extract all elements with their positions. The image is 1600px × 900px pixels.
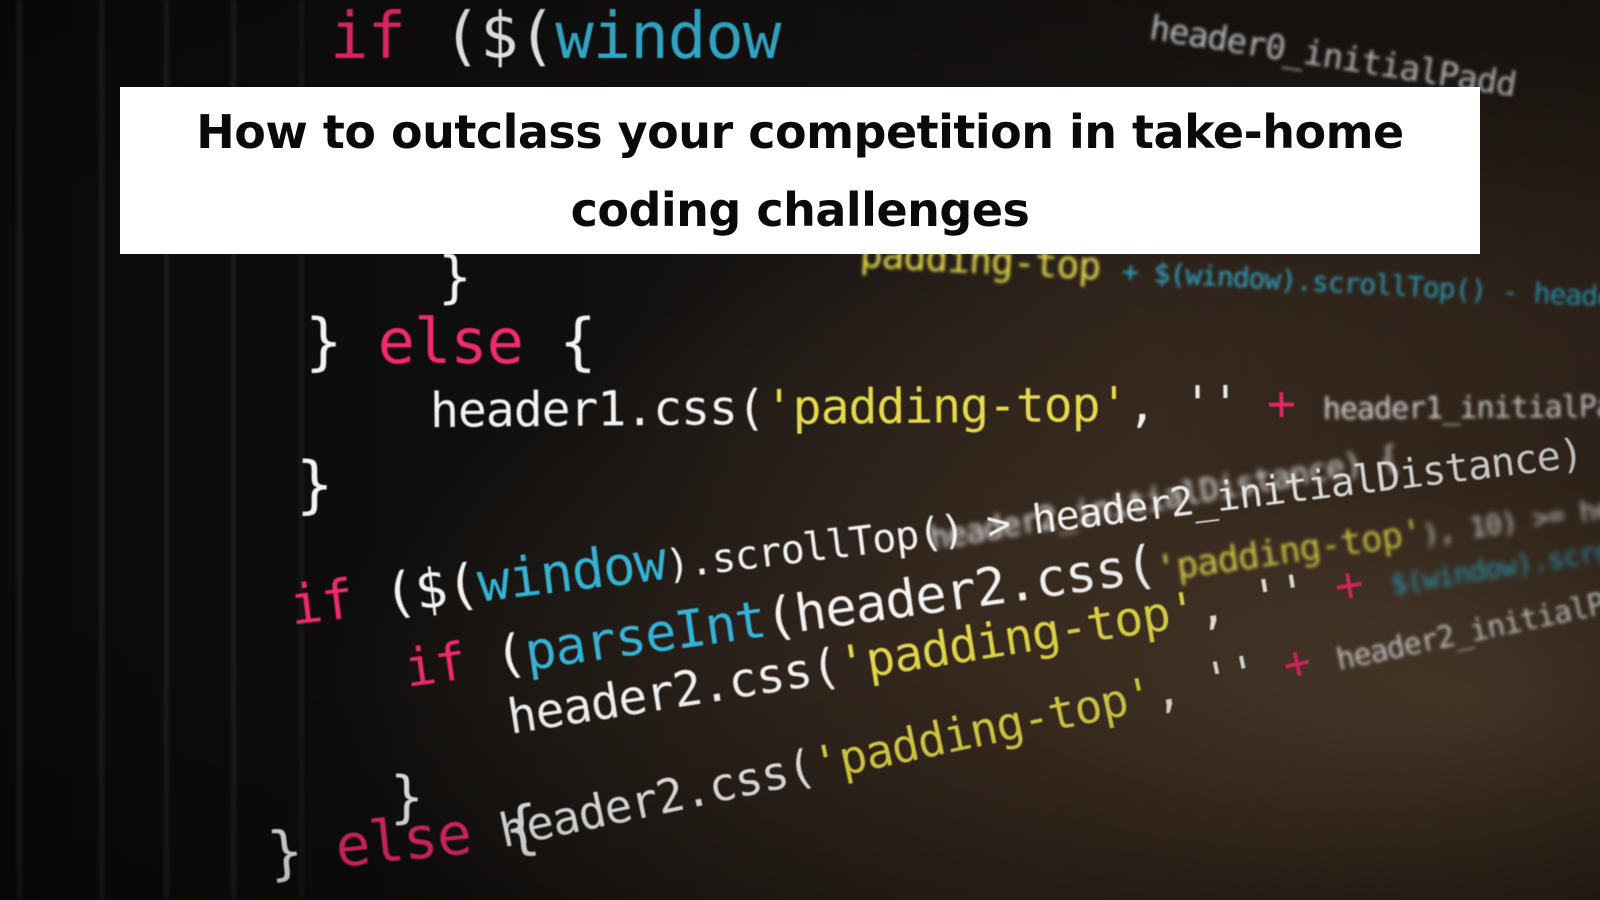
code-line: } else { — [305, 305, 597, 378]
code-string: 'padding-top' — [764, 376, 1128, 437]
code-text: , '' — [1127, 375, 1268, 433]
code-brace: } — [296, 448, 333, 521]
code-text: , '' — [1147, 639, 1289, 720]
hero-image: if ($(window header0_initialPadd padding… — [0, 0, 1600, 900]
code-keyword: else — [377, 305, 524, 378]
code-keyword: if — [330, 0, 406, 74]
page-title: How to outclass your competition in take… — [196, 104, 1404, 237]
code-brace: } — [438, 245, 472, 310]
code-line: } — [296, 448, 333, 521]
code-brace: { — [559, 305, 596, 378]
code-keyword: else — [331, 798, 474, 881]
code-operator: + — [1266, 375, 1296, 432]
code-keyword: if — [400, 631, 470, 700]
code-text: header1.css( — [429, 380, 766, 439]
code-text: + $(window).scrollTop() - header0_initia… — [1121, 254, 1600, 325]
code-line: header1.css('padding-top', '' + header1_… — [430, 371, 1600, 439]
code-text: header2.css( — [494, 738, 819, 859]
code-line: if ($(window — [330, 0, 781, 74]
code-text: ($( — [380, 552, 482, 627]
code-object: window — [555, 0, 781, 74]
code-object: window — [473, 529, 670, 615]
code-brace: } — [264, 816, 306, 888]
code-brace: } — [305, 305, 342, 378]
code-text: ($( — [442, 0, 557, 74]
title-banner: How to outclass your competition in take… — [120, 87, 1480, 254]
code-keyword: if — [286, 567, 357, 638]
code-line: } — [438, 245, 472, 310]
